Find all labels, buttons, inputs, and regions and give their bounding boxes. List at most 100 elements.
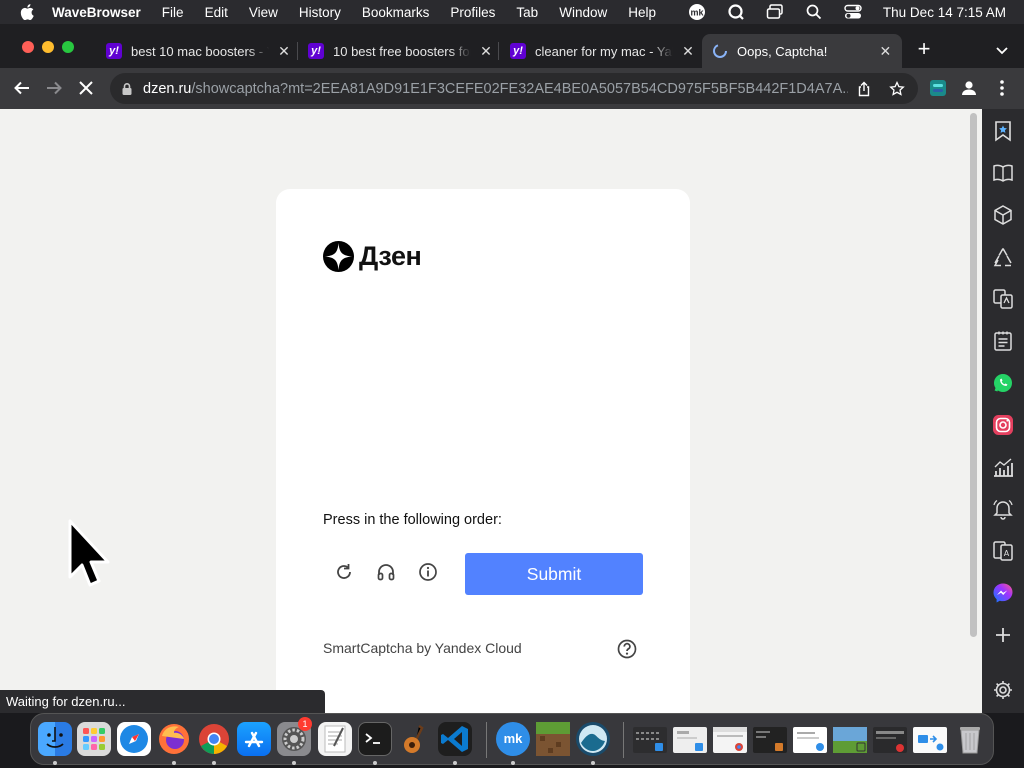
yahoo-favicon-icon: y! xyxy=(510,43,526,59)
textedit-app-icon[interactable] xyxy=(318,722,352,756)
tab-search-chevron-icon[interactable] xyxy=(994,42,1010,58)
trash-icon[interactable] xyxy=(953,722,987,756)
browser-toolbar: dzen.ru/showcaptcha?mt=2EEA81A9D91E1F3CE… xyxy=(0,68,1024,109)
bookmark-star-icon[interactable] xyxy=(889,80,905,97)
menu-bar: WaveBrowser File Edit View History Bookm… xyxy=(0,0,1024,24)
captcha-prompt: Press in the following order: xyxy=(323,512,502,528)
svg-text:mk: mk xyxy=(690,8,704,18)
bookmark-star-icon[interactable] xyxy=(991,119,1015,143)
lock-icon[interactable] xyxy=(120,82,134,96)
menu-file[interactable]: File xyxy=(162,5,184,20)
tab-cleaner-for-my-mac[interactable]: y! cleaner for my mac - Yah ✕ xyxy=(500,34,705,68)
back-arrow-icon[interactable] xyxy=(11,77,33,99)
safari-app-icon[interactable] xyxy=(117,722,151,756)
svg-text:A: A xyxy=(1004,549,1010,558)
menu-window[interactable]: Window xyxy=(559,5,607,20)
scrollbar-thumb[interactable] xyxy=(970,113,977,637)
settings-gear-icon[interactable] xyxy=(991,678,1015,702)
forward-arrow-icon[interactable] xyxy=(43,77,65,99)
search-status-icon[interactable] xyxy=(727,3,745,21)
share-icon[interactable] xyxy=(856,81,872,97)
help-question-icon[interactable] xyxy=(617,639,637,659)
zoom-window-button[interactable] xyxy=(62,41,74,53)
recycle-icon[interactable] xyxy=(991,245,1015,269)
close-tab-icon[interactable]: ✕ xyxy=(479,43,493,60)
loading-spinner-icon xyxy=(712,43,728,59)
launchpad-app-icon[interactable] xyxy=(77,722,111,756)
menu-tab[interactable]: Tab xyxy=(516,5,538,20)
instagram-icon[interactable] xyxy=(991,413,1015,437)
tab-oops-captcha[interactable]: Oops, Captcha! ✕ xyxy=(702,34,902,68)
address-bar[interactable]: dzen.ru/showcaptcha?mt=2EEA81A9D91E1F3CE… xyxy=(110,73,918,104)
info-icon[interactable] xyxy=(418,562,438,582)
dzen-logo-text: Дзен xyxy=(359,241,422,271)
minimized-window-4[interactable] xyxy=(753,727,787,753)
tab-title: 10 best free boosters for xyxy=(333,43,471,59)
apple-icon[interactable] xyxy=(18,3,36,21)
firefox-app-icon[interactable] xyxy=(157,722,191,756)
spotlight-search-icon[interactable] xyxy=(805,3,823,21)
close-window-button[interactable] xyxy=(22,41,34,53)
close-tab-icon[interactable]: ✕ xyxy=(277,43,291,60)
submit-button[interactable]: Submit xyxy=(465,553,643,595)
minimized-window-5[interactable] xyxy=(793,727,827,753)
window-controls xyxy=(22,41,74,53)
control-center-icon[interactable] xyxy=(844,3,862,21)
refresh-icon[interactable] xyxy=(334,562,354,582)
whatsapp-icon[interactable] xyxy=(991,371,1015,395)
tab-strip: y! best 10 mac boosters - Y ✕ y! 10 best… xyxy=(0,24,1024,68)
chrome-app-icon[interactable] xyxy=(197,722,231,756)
app-store-app-icon[interactable] xyxy=(237,722,271,756)
stop-loading-icon[interactable] xyxy=(75,77,97,99)
more-menu-icon[interactable] xyxy=(991,77,1013,99)
tab-best-10-mac-boosters[interactable]: y! best 10 mac boosters - Y ✕ xyxy=(96,34,301,68)
box-icon[interactable] xyxy=(991,203,1015,227)
mackeeper-app-icon[interactable]: mk xyxy=(496,722,530,756)
wavebrowser-app-icon[interactable] xyxy=(576,722,610,756)
minimized-window-3[interactable] xyxy=(713,727,747,753)
dock: 1 mk xyxy=(30,713,994,765)
add-icon[interactable] xyxy=(991,623,1015,647)
minimized-window-6[interactable] xyxy=(833,727,867,753)
vscode-app-icon[interactable] xyxy=(438,722,472,756)
garageband-app-icon[interactable] xyxy=(398,722,432,756)
minimized-window-2[interactable] xyxy=(673,727,707,753)
translate-swap-icon[interactable] xyxy=(991,287,1015,311)
notes-icon[interactable] xyxy=(991,329,1015,353)
bell-icon[interactable] xyxy=(991,497,1015,521)
minimize-window-button[interactable] xyxy=(42,41,54,53)
minimized-window-7[interactable] xyxy=(873,727,907,753)
chart-icon[interactable] xyxy=(991,455,1015,479)
reader-icon[interactable] xyxy=(991,161,1015,185)
smartcaptcha-brand[interactable]: SmartCaptcha by Yandex Cloud xyxy=(323,640,522,656)
menu-profiles[interactable]: Profiles xyxy=(450,5,495,20)
minecraft-app-icon[interactable] xyxy=(536,722,570,756)
mouse-pointer-icon xyxy=(68,519,110,587)
minimized-window-8[interactable] xyxy=(913,727,947,753)
screen-mirroring-icon[interactable] xyxy=(766,3,784,21)
menu-bookmarks[interactable]: Bookmarks xyxy=(362,5,430,20)
mackeeper-status-icon[interactable]: mk xyxy=(688,3,706,21)
menu-app-name[interactable]: WaveBrowser xyxy=(52,5,141,20)
close-tab-icon[interactable]: ✕ xyxy=(681,43,695,60)
profile-icon[interactable] xyxy=(958,77,980,99)
terminal-app-icon[interactable] xyxy=(358,722,392,756)
url-text[interactable]: dzen.ru/showcaptcha?mt=2EEA81A9D91E1F3CE… xyxy=(143,81,848,97)
menu-edit[interactable]: Edit xyxy=(205,5,228,20)
messenger-icon[interactable] xyxy=(991,581,1015,605)
menubar-clock[interactable]: Thu Dec 14 7:15 AM xyxy=(883,5,1006,20)
audio-headphones-icon[interactable] xyxy=(376,562,396,582)
menu-view[interactable]: View xyxy=(249,5,278,20)
translate-icon[interactable]: A xyxy=(991,539,1015,563)
menu-history[interactable]: History xyxy=(299,5,341,20)
close-tab-icon[interactable]: ✕ xyxy=(879,43,892,60)
extensions-icon[interactable] xyxy=(927,77,949,99)
finder-app-icon[interactable] xyxy=(38,722,72,756)
tab-10-best-free-boosters[interactable]: y! 10 best free boosters for ✕ xyxy=(298,34,503,68)
menu-help[interactable]: Help xyxy=(628,5,656,20)
new-tab-icon[interactable]: + xyxy=(914,38,934,60)
tab-title: Oops, Captcha! xyxy=(737,43,828,59)
minimized-window-1[interactable] xyxy=(633,727,667,753)
page-scrollbar[interactable] xyxy=(966,109,982,713)
page-content: Дзен Press in the following order: Submi… xyxy=(0,109,982,713)
